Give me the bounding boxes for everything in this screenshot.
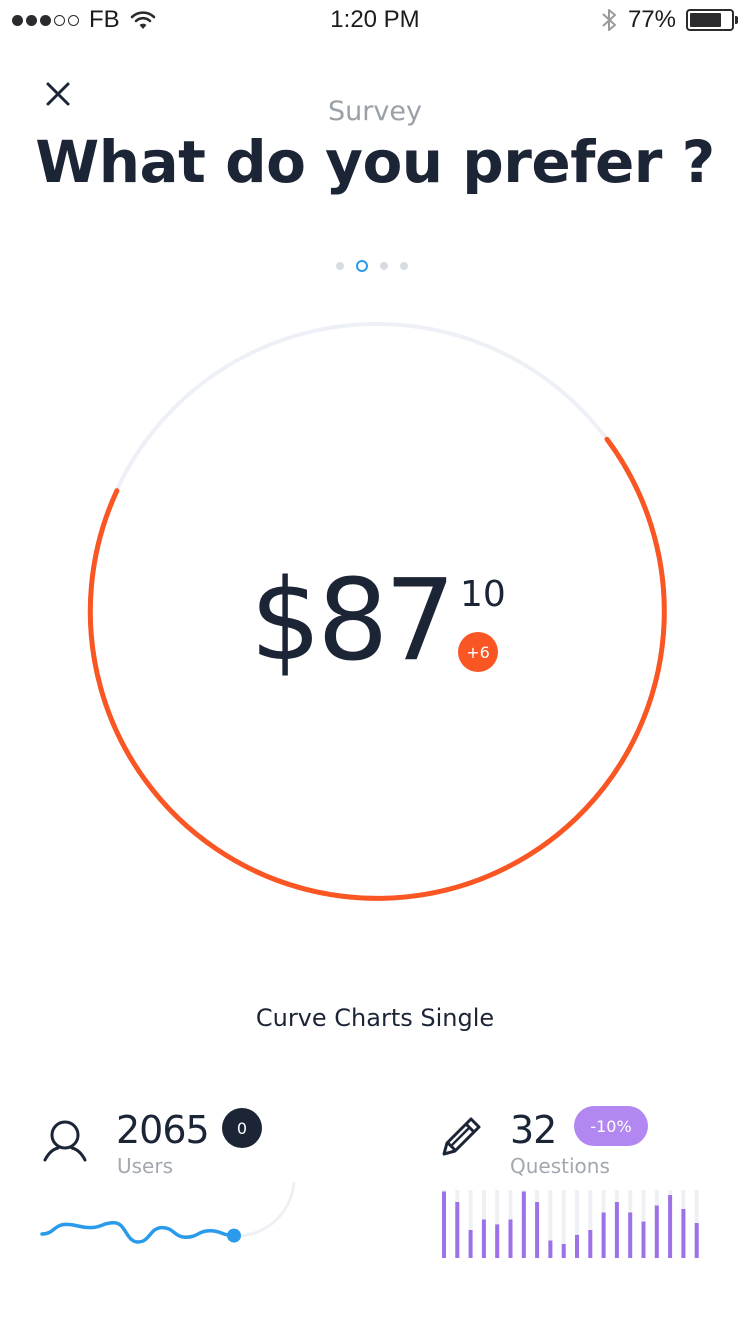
price-value: $87 [250,556,456,686]
sparkline-end-point [227,1228,241,1243]
bar [641,1221,646,1258]
bar [681,1209,686,1258]
status-right: 77% [600,6,738,34]
bluetooth-icon [602,9,616,31]
bar [694,1223,699,1258]
page-dot[interactable] [380,262,388,270]
page-dot[interactable] [400,262,408,270]
page-indicator [336,260,408,272]
questions-label: Questions [510,1154,610,1178]
bar [521,1191,526,1258]
change-badge: +6 [458,632,498,672]
status-bar: FB 1:20 PM 77% [0,0,750,40]
users-badge: 0 [222,1108,262,1148]
bar [535,1202,540,1258]
bar [575,1234,579,1258]
page-dot-active[interactable] [356,260,368,272]
page-dot[interactable] [336,262,344,270]
users-count: 2065 [116,1108,210,1152]
users-label: Users [117,1154,174,1178]
questions-count: 32 [510,1108,557,1152]
battery-level [690,13,721,27]
bar [628,1212,633,1258]
bar [668,1195,673,1258]
page-title: What do you prefer ? [35,128,715,196]
questions-badge: -10% [574,1106,648,1146]
questions-bar-chart [442,1190,699,1258]
bar [588,1230,593,1258]
pencil-icon [442,1117,481,1156]
bar [468,1230,473,1258]
sparkline-track-arc [235,1182,296,1238]
bar [548,1240,553,1258]
bar [508,1219,513,1258]
sparkline-series [40,1221,236,1244]
price-cents: 10 [460,574,506,615]
bar [654,1205,659,1258]
bar [455,1202,460,1258]
bar [601,1212,606,1258]
chart-caption: Curve Charts Single [255,1004,495,1032]
bar [614,1202,619,1258]
bar [561,1244,566,1258]
battery-percentage: 77% [627,6,676,33]
bar [495,1224,500,1258]
bar [442,1191,446,1258]
page-subtitle: Survey [328,96,422,127]
battery-icon [686,9,738,31]
bar [481,1219,486,1258]
user-icon [43,1120,87,1162]
users-sparkline [40,1182,296,1244]
